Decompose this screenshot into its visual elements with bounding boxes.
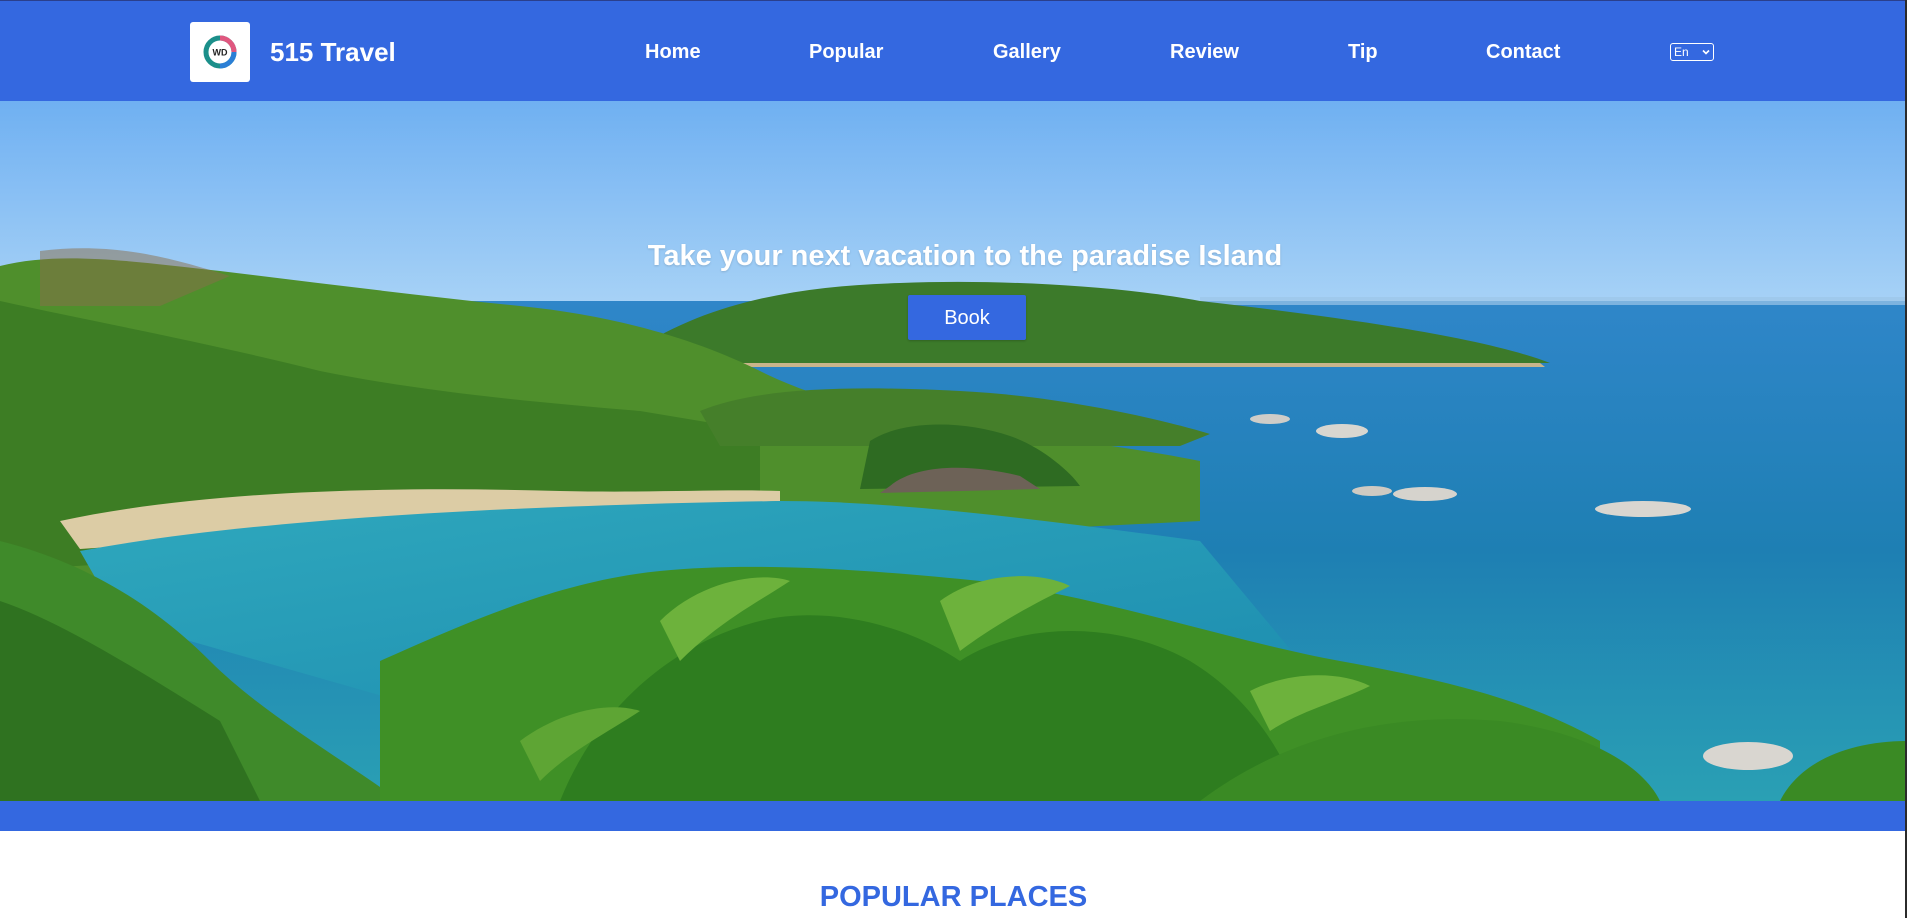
wd-swirl-logo-icon: WD bbox=[203, 35, 237, 69]
hero-bottom-band bbox=[0, 801, 1907, 831]
language-value: En bbox=[1674, 45, 1689, 59]
language-select[interactable]: En bbox=[1670, 43, 1714, 61]
nav-gallery[interactable]: Gallery bbox=[993, 40, 1061, 64]
nav-popular[interactable]: Popular bbox=[809, 40, 883, 64]
hero-banner: Take your next vacation to the paradise … bbox=[0, 101, 1907, 801]
svg-text:WD: WD bbox=[213, 48, 228, 58]
page: WD 515 Travel Home Popular Gallery Revie… bbox=[0, 0, 1907, 918]
nav-home[interactable]: Home bbox=[645, 40, 701, 64]
book-button[interactable]: Book bbox=[908, 295, 1026, 340]
hero-island-image bbox=[0, 101, 1907, 801]
nav-contact[interactable]: Contact bbox=[1486, 40, 1560, 64]
hero-title: Take your next vacation to the paradise … bbox=[647, 240, 1283, 272]
chevron-down-icon bbox=[1702, 49, 1710, 55]
popular-places-heading: POPULAR PLACES bbox=[819, 881, 1088, 913]
top-navbar: WD 515 Travel Home Popular Gallery Revie… bbox=[0, 0, 1907, 101]
brand-name[interactable]: 515 Travel bbox=[270, 37, 396, 67]
nav-tip[interactable]: Tip bbox=[1348, 40, 1378, 64]
nav-review[interactable]: Review bbox=[1170, 40, 1239, 64]
logo[interactable]: WD bbox=[190, 22, 250, 82]
